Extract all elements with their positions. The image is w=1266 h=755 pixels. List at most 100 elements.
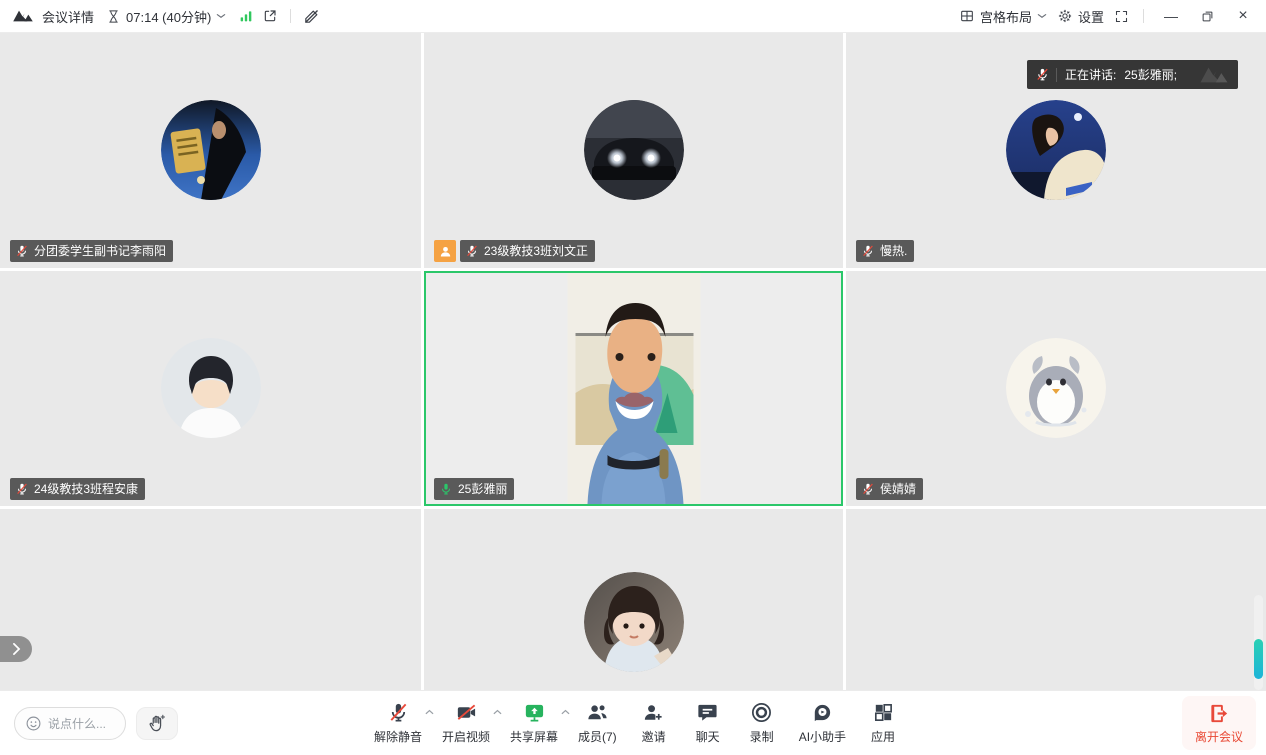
emoji-icon[interactable] [25,715,42,732]
chat-label: 聊天 [696,728,720,745]
mic-muted-icon [465,244,479,258]
members-icon [586,701,609,724]
chat-button[interactable]: 聊天 [681,695,735,745]
leave-meeting-button[interactable]: 离开会议 [1182,696,1256,750]
share-screen-button[interactable]: 共享屏幕 [500,695,568,745]
meeting-details-button[interactable]: 会议详情 [42,7,94,26]
start-video-button[interactable]: 开启视频 [432,695,500,745]
participant-name: 分团委学生副书记李雨阳 [34,245,166,257]
avatar [1006,338,1106,438]
grid-layout-icon [959,8,975,24]
record-icon [750,701,773,724]
layout-selector[interactable]: 宫格布局 [959,7,1047,26]
participant-tile[interactable]: 24级教技3班程安康 [0,271,421,506]
chat-icon [696,701,719,724]
chat-input[interactable] [48,717,118,731]
participant-name-tag: 25彭雅丽 [434,478,514,500]
participant-name-tag: 慢热. [856,240,914,262]
meeting-details-label: 会议详情 [42,7,94,26]
meeting-timer-button[interactable]: 07:14 (40分钟) [106,7,226,26]
members-label: 成员(7) [578,728,617,745]
participant-name-tag: 24级教技3班程安康 [10,478,145,500]
participant-tile-speaking[interactable]: 25彭雅丽 [424,271,843,506]
avatar [161,100,261,200]
participant-tile[interactable] [424,509,843,690]
scrollbar-thumb[interactable] [1254,639,1263,679]
leave-meeting-label: 离开会议 [1195,728,1243,745]
video-grid: 分团委学生副书记李雨阳 [0,33,1266,690]
ai-assistant-icon [811,701,834,724]
annotation-disabled-icon[interactable] [303,8,320,25]
raise-hand-button[interactable] [136,707,178,740]
speaking-label: 正在讲话: [1065,66,1116,83]
avatar [1006,100,1106,200]
gear-icon [1057,8,1073,24]
chevron-down-icon [216,14,226,19]
share-screen-icon [523,701,546,724]
fullscreen-button[interactable] [1114,9,1129,24]
mic-muted-icon [861,482,875,496]
invite-label: 邀请 [642,728,666,745]
speaking-banner: 正在讲话: 25彭雅丽; [1027,60,1238,89]
unmute-label: 解除静音 [374,728,422,745]
minimize-button[interactable]: — [1158,5,1184,27]
participant-name-tag: 侯婧婧 [856,478,923,500]
speaking-name: 25彭雅丽; [1124,66,1177,83]
ai-assistant-label: AI小助手 [799,728,846,745]
settings-button[interactable]: 设置 [1057,7,1104,26]
meeting-window: 会议详情 07:14 (40分钟) 宫格布局 设置 [0,0,1266,755]
host-badge-icon [434,240,456,262]
avatar [161,338,261,438]
divider [1143,9,1144,23]
participant-name-tag: 分团委学生副书记李雨阳 [10,240,173,262]
mic-muted-icon [1035,67,1050,82]
empty-tile [0,509,421,690]
record-button[interactable]: 录制 [735,695,789,745]
mic-muted-icon [386,701,409,724]
video-feed [567,273,700,504]
popout-window-icon[interactable] [262,8,278,24]
hourglass-icon [106,9,121,24]
unmute-button[interactable]: 解除静音 [364,695,432,745]
titlebar: 会议详情 07:14 (40分钟) 宫格布局 设置 [0,0,1266,33]
bottom-toolbar: 解除静音 开启视频 共享屏幕 成员(7) 邀请 [0,690,1266,755]
mic-muted-icon [15,482,29,496]
chevron-down-icon [1037,14,1047,19]
panel-expander-button[interactable] [0,636,32,662]
invite-button[interactable]: 邀请 [627,695,681,745]
network-signal-icon[interactable] [238,8,254,24]
app-logo-icon [12,8,34,24]
empty-tile [846,509,1266,690]
participant-tile[interactable]: 23级教技3班刘文正 [424,33,843,268]
camera-off-icon [454,701,477,724]
close-button[interactable]: × [1230,5,1256,27]
participant-name: 慢热. [880,245,907,257]
participant-name: 24级教技3班程安康 [34,483,138,495]
participant-name-tag: 23级教技3班刘文正 [460,240,595,262]
participant-name: 23级教技3班刘文正 [484,245,588,257]
participant-tile[interactable]: 侯婧婧 [846,271,1266,506]
restore-button[interactable] [1194,5,1220,27]
apps-label: 应用 [871,728,895,745]
quick-chat-field[interactable] [14,707,126,740]
layout-label: 宫格布局 [980,7,1032,26]
participant-name: 25彭雅丽 [458,483,507,495]
divider [1056,68,1057,82]
participant-tile[interactable]: 分团委学生副书记李雨阳 [0,33,421,268]
scrollbar-track[interactable] [1254,595,1263,690]
record-label: 录制 [750,728,774,745]
members-button[interactable]: 成员(7) [568,695,627,745]
raise-hand-icon [147,714,167,734]
leave-meeting-icon [1208,702,1231,725]
divider [290,9,291,23]
ai-assistant-button[interactable]: AI小助手 [789,695,856,745]
share-screen-label: 共享屏幕 [510,728,558,745]
start-video-label: 开启视频 [442,728,490,745]
participant-name: 侯婧婧 [880,483,916,495]
apps-icon [872,701,895,724]
mic-muted-icon [15,244,29,258]
invite-icon [642,701,665,724]
watermark-logo-icon [1196,64,1232,86]
mic-muted-icon [861,244,875,258]
apps-button[interactable]: 应用 [856,695,910,745]
